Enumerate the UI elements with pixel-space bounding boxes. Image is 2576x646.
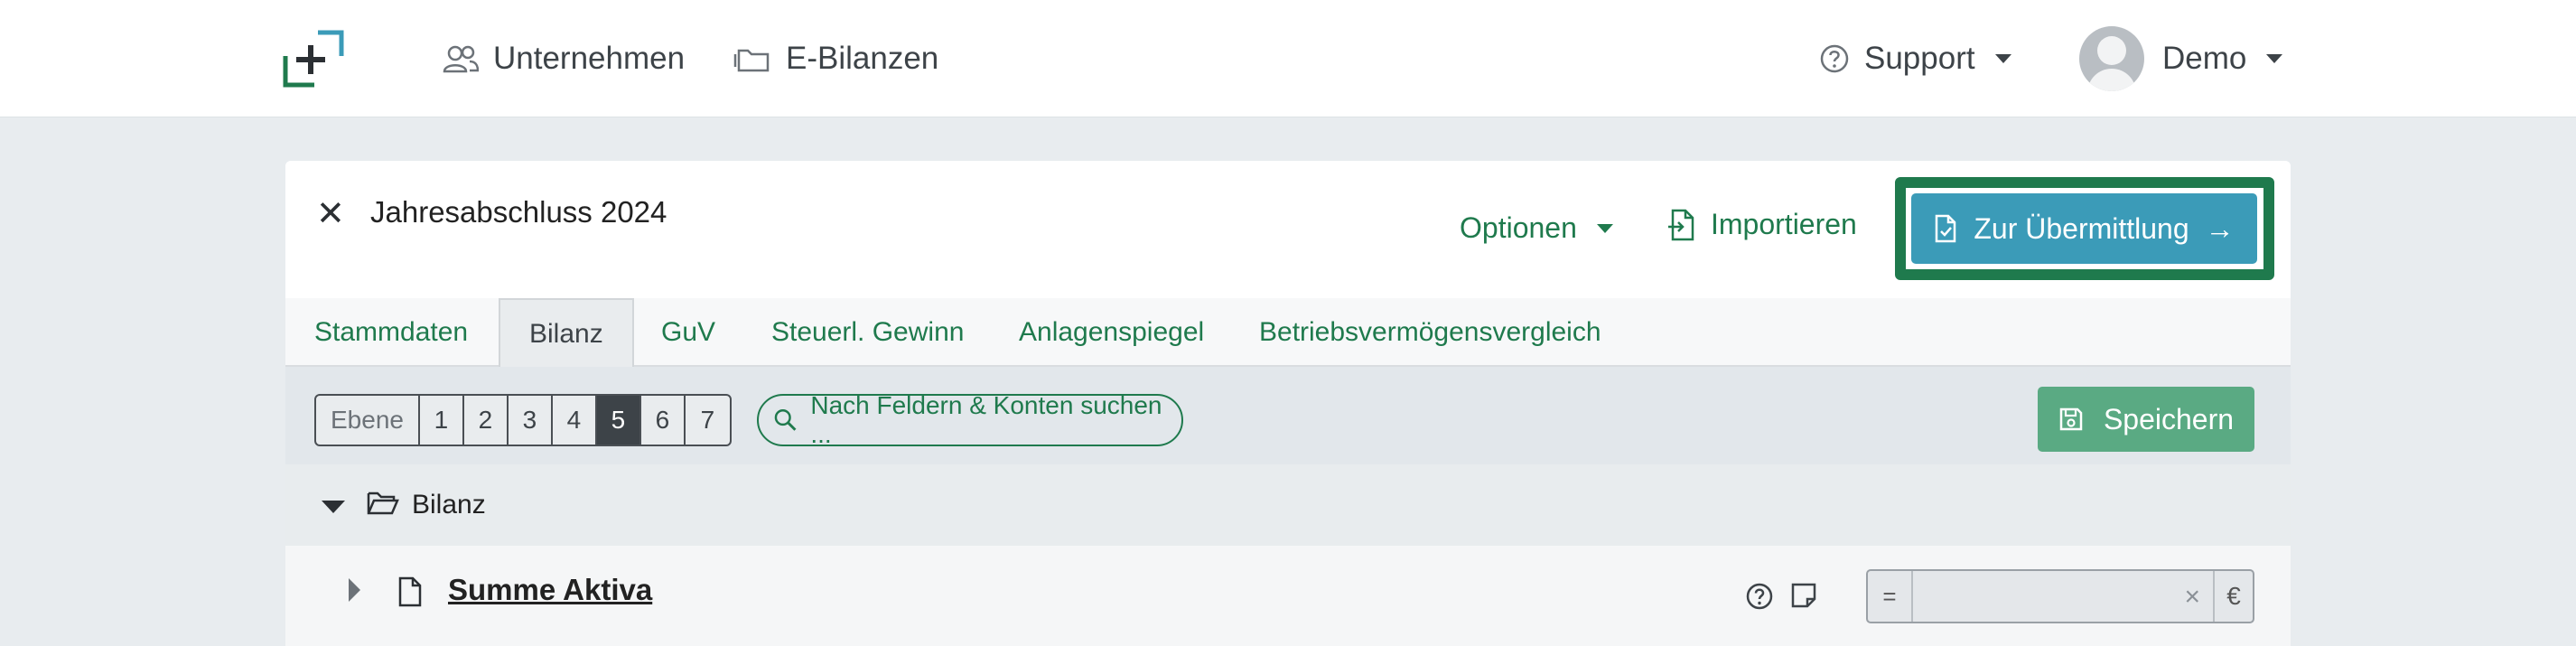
search-icon xyxy=(774,409,797,431)
amount-field[interactable]: × xyxy=(1913,571,2213,622)
nav-e-bilanzen[interactable]: E-Bilanzen xyxy=(733,36,938,81)
level-button[interactable]: 2 xyxy=(464,396,509,445)
tree-row: Summe Aktiva = × € xyxy=(285,546,2291,646)
level-button[interactable]: 7 xyxy=(686,396,730,445)
level-button[interactable]: 4 xyxy=(553,396,597,445)
optionen-label: Optionen xyxy=(1460,211,1577,244)
level-selector: Ebene 1 2 3 4 5 6 7 xyxy=(314,394,732,446)
top-navbar: Unternehmen E-Bilanzen Support Demo xyxy=(0,0,2576,117)
search-button[interactable]: Nach Feldern & Konten suchen ... xyxy=(757,391,1183,448)
submit-button[interactable]: Zur Übermittlung → xyxy=(1911,193,2257,264)
level-button[interactable]: 6 xyxy=(641,396,686,445)
tab-bilanz[interactable]: Bilanz xyxy=(499,298,634,369)
save-button[interactable]: Speichern xyxy=(2038,387,2254,452)
value-input-group: = × € xyxy=(1866,569,2254,623)
folder-open-icon xyxy=(367,492,399,515)
editor-toolbar: Ebene 1 2 3 4 5 6 7 Nach Feldern & Konte… xyxy=(285,367,2291,464)
user-name: Demo xyxy=(2162,41,2247,76)
question-circle-icon[interactable] xyxy=(1745,582,1774,611)
sticky-note-icon[interactable] xyxy=(1790,582,1817,609)
folder-icon xyxy=(733,49,770,72)
save-icon xyxy=(2059,407,2083,431)
file-icon xyxy=(398,576,422,607)
close-icon[interactable]: ✕ xyxy=(316,197,345,231)
file-import-icon xyxy=(1668,209,1694,240)
nav-e-bilanzen-label: E-Bilanzen xyxy=(786,41,939,76)
submit-label: Zur Übermittlung xyxy=(1974,211,2189,245)
caret-right-icon[interactable] xyxy=(349,578,360,602)
document-header: ✕ Jahresabschluss 2024 Optionen Importie… xyxy=(285,161,2291,298)
chevron-down-icon xyxy=(1994,54,2011,63)
level-button[interactable]: 1 xyxy=(420,396,464,445)
file-check-icon xyxy=(1936,214,1956,243)
level-button[interactable]: 3 xyxy=(509,396,553,445)
tab-steuerl-gewinn[interactable]: Steuerl. Gewinn xyxy=(771,298,964,367)
tab-betriebsvermoegensvergleich[interactable]: Betriebsvermögensvergleich xyxy=(1259,298,1601,367)
clear-icon[interactable]: × xyxy=(2184,582,2200,613)
level-button-active[interactable]: 5 xyxy=(596,396,641,445)
save-label: Speichern xyxy=(2103,402,2235,435)
document-card: ✕ Jahresabschluss 2024 Optionen Importie… xyxy=(285,161,2291,646)
support-label: Support xyxy=(1864,41,1975,76)
nav-unternehmen[interactable]: Unternehmen xyxy=(443,36,685,81)
level-label: Ebene xyxy=(316,396,420,445)
tab-anlagenspiegel[interactable]: Anlagenspiegel xyxy=(1019,298,1204,367)
page-title: Jahresabschluss 2024 xyxy=(370,195,667,229)
import-label: Importieren xyxy=(1711,208,1857,240)
tree-root-label: Bilanz xyxy=(412,490,486,520)
tab-stammdaten[interactable]: Stammdaten xyxy=(314,298,468,367)
tree-row-label[interactable]: Summe Aktiva xyxy=(448,573,652,607)
avatar xyxy=(2079,26,2144,91)
currency-label: € xyxy=(2213,571,2253,622)
chevron-down-icon xyxy=(1596,223,1613,233)
search-label: Nach Feldern & Konten suchen ... xyxy=(810,391,1162,448)
operator-label: = xyxy=(1868,571,1913,622)
caret-down-icon[interactable] xyxy=(322,501,345,513)
users-icon xyxy=(443,45,479,73)
tab-bar: Stammdaten Bilanz GuV Steuerl. Gewinn An… xyxy=(285,298,2291,369)
chevron-down-icon xyxy=(2266,54,2283,63)
app-logo[interactable] xyxy=(282,29,345,89)
support-dropdown[interactable]: Support xyxy=(1819,36,2011,81)
user-menu[interactable]: Demo xyxy=(2079,25,2283,92)
question-circle-icon xyxy=(1820,44,1849,73)
optionen-dropdown[interactable]: Optionen xyxy=(1460,211,1613,245)
import-button[interactable]: Importieren xyxy=(1667,208,1857,241)
tree-root-row[interactable]: Bilanz xyxy=(285,464,2291,546)
tab-guv[interactable]: GuV xyxy=(661,298,715,367)
nav-unternehmen-label: Unternehmen xyxy=(493,41,686,76)
arrow-right-icon: → xyxy=(2205,211,2235,245)
